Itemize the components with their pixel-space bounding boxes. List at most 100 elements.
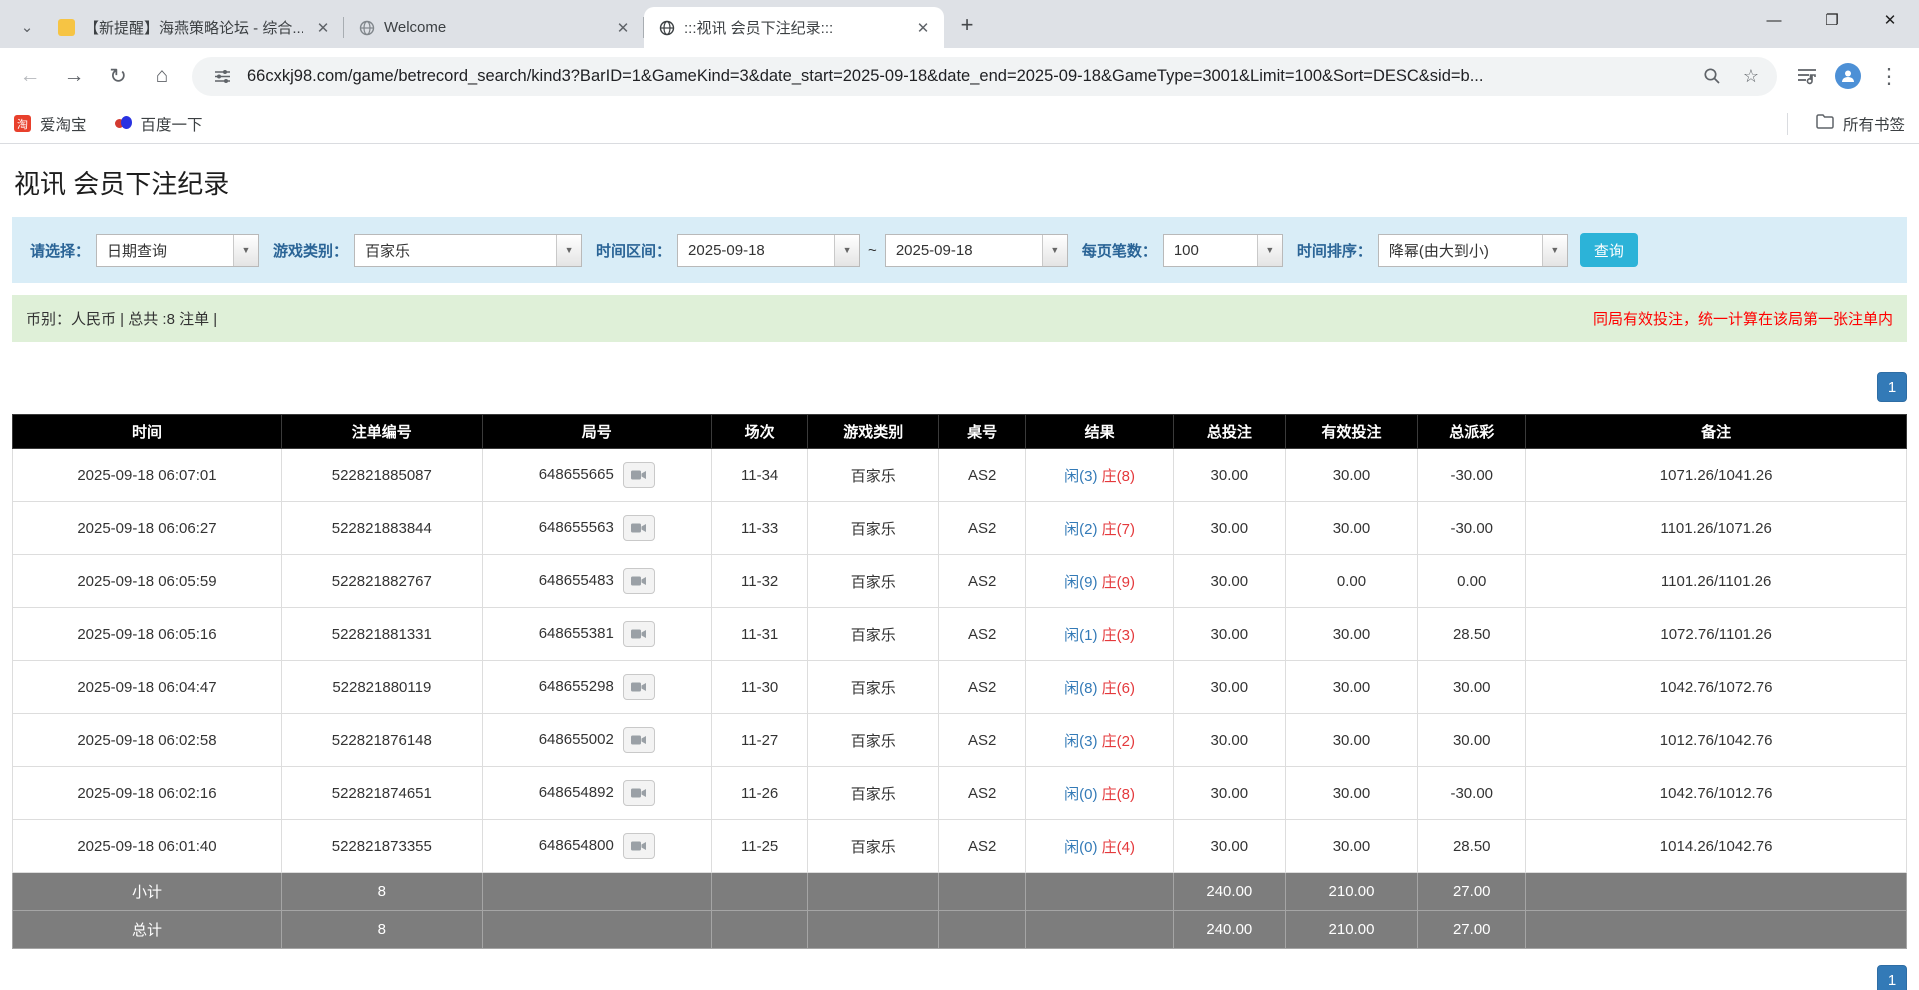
banker-result: 庄(4) [1102,839,1135,856]
query-type-label: 请选择： [30,240,90,261]
subtotal-payout: 27.00 [1418,873,1526,911]
column-header: 游戏类别 [808,415,939,449]
url-text[interactable]: 66cxkj98.com/game/betrecord_search/kind3… [247,67,1687,86]
subtotal-row: 小计 8 240.00 210.00 27.00 [13,873,1907,911]
game-type-label: 游戏类别： [273,240,348,261]
cell-total-bet[interactable]: 30.00 [1173,661,1285,714]
search-button[interactable]: 查询 [1580,233,1638,267]
cell-round: 648655002 [482,714,711,767]
banker-result: 庄(2) [1102,733,1135,750]
cell-note: 1012.76/1042.76 [1526,714,1907,767]
cell-note: 1071.26/1041.26 [1526,449,1907,502]
maximize-button[interactable]: ❐ [1803,0,1861,40]
video-replay-button[interactable] [623,674,655,700]
cell-total-bet[interactable]: 30.00 [1173,449,1285,502]
chevron-down-icon[interactable]: ▼ [1042,235,1067,266]
cell-payout: -30.00 [1418,767,1526,820]
cell-total-bet[interactable]: 30.00 [1173,820,1285,873]
chevron-down-icon[interactable]: ▼ [1257,235,1282,266]
video-replay-button[interactable] [623,515,655,541]
address-bar[interactable]: 66cxkj98.com/game/betrecord_search/kind3… [192,57,1777,96]
video-replay-button[interactable] [623,568,655,594]
column-header: 总投注 [1173,415,1285,449]
sort-select[interactable]: 降幂(由大到小) ▼ [1378,234,1568,267]
column-header: 备注 [1526,415,1907,449]
cell-total-bet[interactable]: 30.00 [1173,714,1285,767]
tab-close-icon[interactable]: ✕ [912,17,934,39]
cell-table-no: AS2 [939,714,1026,767]
cell-total-bet[interactable]: 30.00 [1173,502,1285,555]
tab-close-icon[interactable]: ✕ [612,17,634,39]
tab-forum[interactable]: 【新提醒】海燕策略论坛 - 综合... ✕ [44,7,344,48]
cell-valid-bet: 30.00 [1285,820,1418,873]
bookmark-baidu[interactable]: 百度一下 [115,113,203,135]
game-type-select[interactable]: 百家乐 ▼ [354,234,582,267]
cell-note: 1101.26/1071.26 [1526,502,1907,555]
close-window-button[interactable]: ✕ [1861,0,1919,40]
chevron-down-icon[interactable]: ▼ [834,235,859,266]
cell-round: 648655665 [482,449,711,502]
tab-bet-record[interactable]: :::视讯 会员下注纪录::: ✕ [644,7,944,48]
cell-result: 闲(0) 庄(8) [1026,767,1174,820]
all-bookmarks-button[interactable]: 所有书签 [1816,113,1905,135]
tab-close-icon[interactable]: ✕ [312,17,334,39]
zoom-icon[interactable] [1698,62,1726,90]
page-size-label: 每页笔数： [1082,240,1157,261]
browser-window: ⌄ 【新提醒】海燕策略论坛 - 综合... ✕ Welcome ✕ :::视讯 … [0,0,1919,144]
bookmark-label: 爱淘宝 [40,113,87,135]
video-replay-button[interactable] [623,780,655,806]
page-title: 视讯 会员下注纪录 [14,164,1905,201]
banker-result: 庄(9) [1102,574,1135,591]
query-type-select[interactable]: 日期查询 ▼ [96,234,259,267]
player-result: 闲(8) [1064,680,1097,697]
cell-table-no: AS2 [939,661,1026,714]
video-replay-button[interactable] [623,621,655,647]
tab-search-button[interactable]: ⌄ [12,12,42,42]
chevron-down-icon[interactable]: ▼ [1542,235,1567,266]
cell-table-no: AS2 [939,608,1026,661]
total-payout: 27.00 [1418,911,1526,949]
player-result: 闲(0) [1064,839,1097,856]
column-header: 注单编号 [281,415,482,449]
column-header: 结果 [1026,415,1174,449]
globe-favicon-icon [358,19,375,36]
minimize-button[interactable]: — [1745,0,1803,40]
bookmark-taobao[interactable]: 淘 爱淘宝 [14,113,87,135]
video-icon [631,575,646,587]
subtotal-label: 小计 [13,873,282,911]
media-controls-icon[interactable] [1787,56,1827,96]
tab-welcome[interactable]: Welcome ✕ [344,7,644,48]
home-button[interactable]: ⌂ [142,56,182,96]
cell-total-bet[interactable]: 30.00 [1173,555,1285,608]
table-row: 2025-09-18 06:02:16522821874651648654892… [13,767,1907,820]
chevron-down-icon[interactable]: ▼ [233,235,258,266]
video-replay-button[interactable] [623,727,655,753]
browser-menu-icon[interactable]: ⋮ [1869,56,1909,96]
sort-label: 时间排序： [1297,240,1372,261]
page-number-button[interactable]: 1 [1877,372,1907,402]
table-row: 2025-09-18 06:06:27522821883844648655563… [13,502,1907,555]
page-size-select[interactable]: 100 ▼ [1163,234,1283,267]
refresh-button[interactable]: ↻ [98,56,138,96]
video-icon [631,522,646,534]
cell-total-bet[interactable]: 30.00 [1173,767,1285,820]
new-tab-button[interactable]: + [950,8,984,42]
chevron-down-icon[interactable]: ▼ [556,235,581,266]
date-start-select[interactable]: 2025-09-18 ▼ [677,234,860,267]
bookmark-star-icon[interactable]: ☆ [1737,62,1765,90]
player-result: 闲(9) [1064,574,1097,591]
video-replay-button[interactable] [623,462,655,488]
bookmark-label: 百度一下 [141,113,203,135]
cell-session: 11-30 [711,661,808,714]
video-replay-button[interactable] [623,833,655,859]
forward-button[interactable]: → [54,56,94,96]
cell-total-bet[interactable]: 30.00 [1173,608,1285,661]
back-button[interactable]: ← [10,56,50,96]
profile-avatar[interactable] [1831,59,1865,93]
date-end-select[interactable]: 2025-09-18 ▼ [885,234,1068,267]
page-number-button[interactable]: 1 [1877,965,1907,990]
cell-note: 1042.76/1072.76 [1526,661,1907,714]
date-start-value: 2025-09-18 [678,235,834,266]
cell-game-type: 百家乐 [808,820,939,873]
site-settings-icon[interactable] [208,62,236,90]
